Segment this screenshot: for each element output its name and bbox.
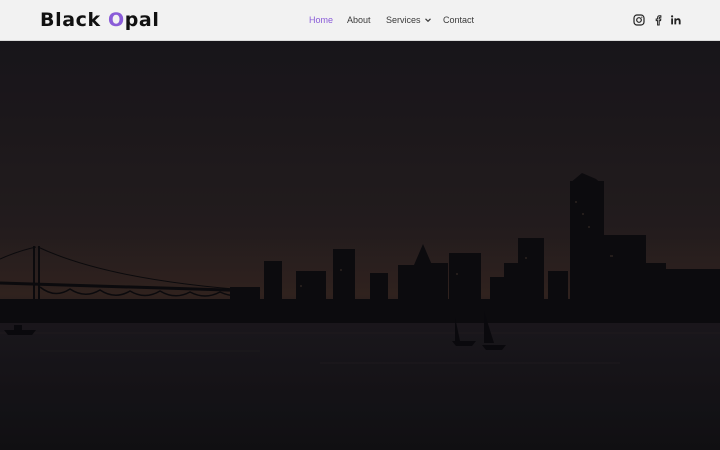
nav-contact[interactable]: Contact — [443, 14, 474, 27]
linkedin-icon[interactable] — [670, 14, 682, 26]
brand-logo[interactable]: Black Opal — [40, 8, 159, 32]
site-header: Black Opal Home About Services Contact — [0, 0, 720, 41]
instagram-icon[interactable] — [633, 14, 645, 26]
brand-name-suffix: pal — [124, 9, 160, 31]
facebook-icon[interactable] — [652, 14, 664, 26]
nav-about[interactable]: About — [347, 14, 371, 27]
brand-name-accent: O — [107, 9, 125, 31]
brand-name-prefix: Black — [40, 9, 108, 31]
nav-services[interactable]: Services — [386, 14, 432, 27]
nav-home[interactable]: Home — [309, 14, 333, 27]
hero-background-image — [0, 41, 720, 450]
chevron-down-icon — [424, 15, 432, 28]
nav-services-label: Services — [386, 15, 421, 25]
